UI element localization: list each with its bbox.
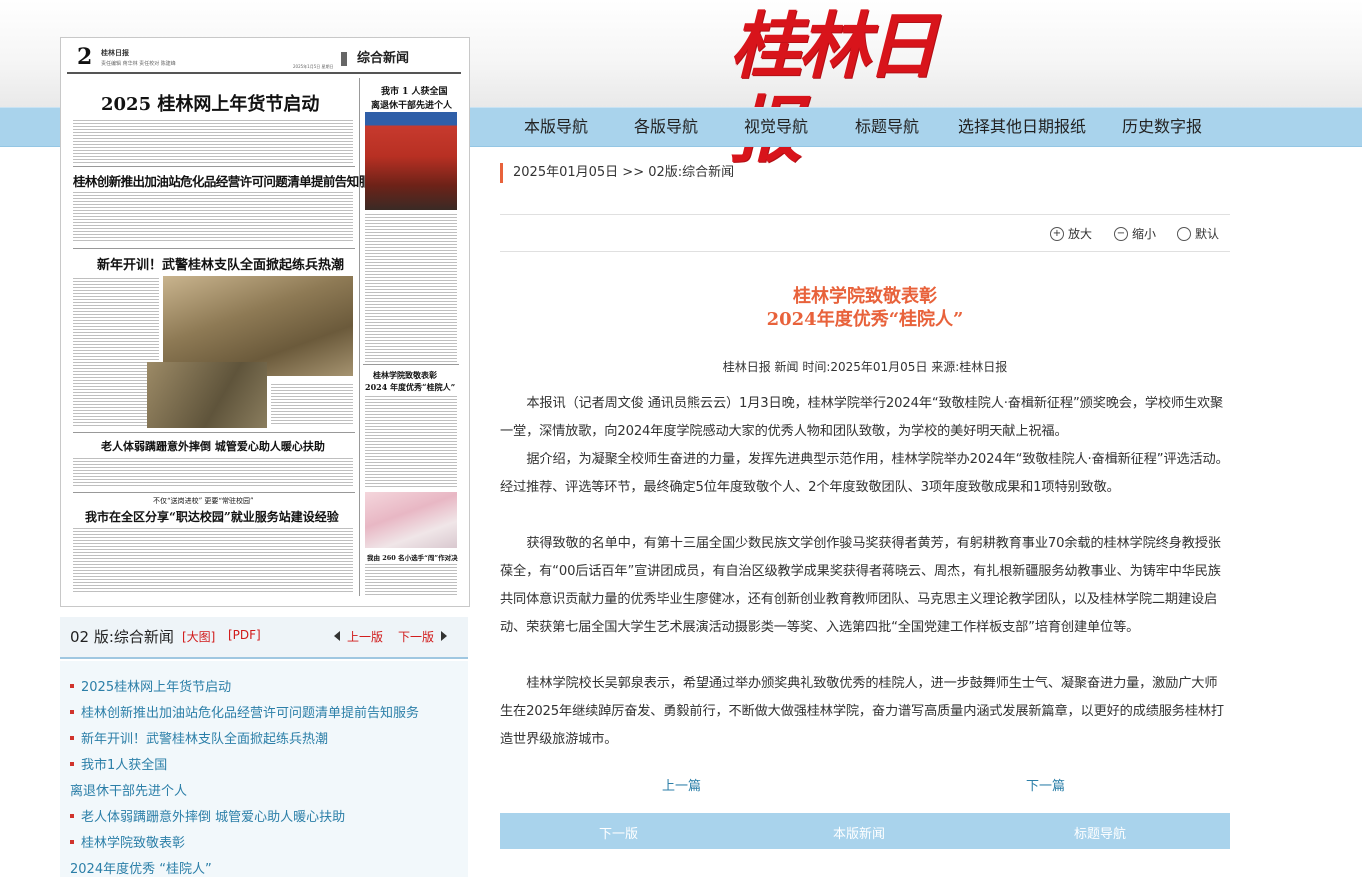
default-size-button[interactable]: 默认 xyxy=(1177,225,1219,242)
paper-photo-award xyxy=(365,112,457,210)
next-page-link[interactable]: 下一版 xyxy=(398,628,434,645)
paper-subheadline-5: 不仅“送岗进校” 更要“常驻校园” xyxy=(153,497,254,505)
bullet-icon xyxy=(70,839,74,844)
paper-section-name: 综合新闻 xyxy=(341,52,409,66)
list-item[interactable]: 桂林创新推出加油站危化品经营许可问题清单提前告知服务 xyxy=(70,702,419,721)
paper-header: 2 桂林日报 责任编辑 蒋华林 责任校对 陈建峰 2025年1月5日 星期日 综… xyxy=(67,44,461,74)
nav-history[interactable]: 历史数字报 xyxy=(1102,108,1222,146)
paper-text-block xyxy=(73,120,353,164)
article-paragraph-4: 桂林学院校长吴郭泉表示，希望通过举办颁奖典礼致敬优秀的桂院人，进一步鼓舞师生士气… xyxy=(500,676,1224,747)
paper-side-headline-4[interactable]: 2024 年度优秀“桂院人” xyxy=(365,382,455,393)
paper-page-number: 2 xyxy=(77,44,93,70)
list-item-continuation[interactable]: 离退休干部先进个人 xyxy=(70,780,187,799)
article-paragraph-1: 本报讯（记者周文俊 通讯员熊云云）1月3日晚，桂林学院举行2024年“致敬桂院人… xyxy=(500,396,1224,439)
prev-article-link[interactable]: 上一篇 xyxy=(662,775,701,794)
pdf-link[interactable]: [PDF] xyxy=(228,628,261,642)
bottom-title-nav-link[interactable]: 标题导航 xyxy=(1074,823,1126,842)
paper-headline-1[interactable]: 2025 桂林网上年货节启动 xyxy=(101,90,319,116)
paper-rule xyxy=(363,364,459,365)
next-page-arrow-icon[interactable] xyxy=(441,631,447,641)
list-item[interactable]: 我市1人获全国 xyxy=(70,754,167,773)
big-image-link[interactable]: [大图] xyxy=(182,628,215,645)
minus-icon: − xyxy=(1114,226,1128,241)
list-item[interactable]: 老人体弱蹒跚意外摔倒 城管爱心助人暖心扶助 xyxy=(70,806,345,825)
paper-side-headline-1[interactable]: 我市 1 人获全国 xyxy=(381,84,448,97)
article-meta: 桂林日报 新闻 时间:2025年01月05日 来源:桂林日报 xyxy=(722,360,1008,374)
bullet-icon xyxy=(70,683,74,688)
circle-icon xyxy=(1177,226,1191,241)
nav-this-page[interactable]: 本版导航 xyxy=(500,108,612,146)
plus-icon: + xyxy=(1050,226,1064,241)
list-item-continuation[interactable]: 2024年度优秀 “桂院人” xyxy=(70,858,212,877)
bottom-next-page-link[interactable]: 下一版 xyxy=(599,823,638,842)
nav-all-pages[interactable]: 各版导航 xyxy=(612,108,720,146)
paper-photo-training xyxy=(163,276,353,376)
paper-headline-4[interactable]: 老人体弱蹒跚意外摔倒 城管爱心助人暖心扶助 xyxy=(101,438,325,454)
paper-date: 2025年1月5日 星期日 xyxy=(293,64,334,69)
bullet-icon xyxy=(70,761,74,766)
paper-text-block xyxy=(73,528,353,594)
zoom-out-button[interactable]: − 缩小 xyxy=(1114,225,1156,242)
paper-rule xyxy=(73,432,355,433)
nav-visual[interactable]: 视觉导航 xyxy=(720,108,832,146)
list-item[interactable]: 2025桂林网上年货节启动 xyxy=(70,676,231,695)
paper-rule xyxy=(73,166,355,167)
list-item[interactable]: 新年开训！武警桂林支队全面掀起练兵热潮 xyxy=(70,728,328,747)
paper-text-block xyxy=(73,192,353,242)
paper-masthead: 桂林日报 xyxy=(101,49,129,57)
paper-text-block xyxy=(271,384,353,424)
newspaper-page-thumbnail[interactable]: 2 桂林日报 责任编辑 蒋华林 责任校对 陈建峰 2025年1月5日 星期日 综… xyxy=(60,37,470,607)
bullet-icon xyxy=(70,709,74,714)
article-title-line2: 2024年度优秀“桂院人” xyxy=(766,309,964,330)
paper-text-block xyxy=(73,458,353,488)
article-paragraph-2: 据介绍，为凝聚全校师生奋进的力量，发挥先进典型示范作用，桂林学院举办2024年“… xyxy=(500,452,1229,495)
paper-headline-3[interactable]: 新年开训！武警桂林支队全面掀起练兵热潮 xyxy=(97,254,344,273)
article-paragraph-3: 获得致敬的名单中，有第十三届全国少数民族文学创作骏马奖获得者黄芳，有躬耕教育事业… xyxy=(500,536,1221,635)
nav-choose-date[interactable]: 选择其他日期报纸 xyxy=(942,108,1102,146)
article-list: 2025桂林网上年货节启动 桂林创新推出加油站危化品经营许可问题清单提前告知服务… xyxy=(60,661,468,877)
bullet-icon xyxy=(70,813,74,818)
main-nav: 本版导航 各版导航 视觉导航 标题导航 选择其他日期报纸 历史数字报 xyxy=(500,108,1222,146)
bullet-icon xyxy=(70,735,74,740)
paper-headline-2[interactable]: 桂林创新推出加油站危化品经营许可问题清单提前告知服务 xyxy=(73,171,383,190)
paper-photo-contest xyxy=(365,492,457,548)
paper-column-rule xyxy=(359,78,360,596)
font-size-tools: + 放大 − 缩小 默认 xyxy=(500,214,1230,252)
page-info-title: 02 版:综合新闻 xyxy=(70,628,174,646)
paper-text-block xyxy=(365,214,457,364)
paper-text-block xyxy=(365,396,457,488)
paper-text-block xyxy=(365,564,457,596)
prev-page-link[interactable]: 上一版 xyxy=(347,628,383,645)
paper-side-headline-2[interactable]: 离退休干部先进个人 xyxy=(371,98,452,111)
zoom-in-button[interactable]: + 放大 xyxy=(1050,225,1092,242)
paper-side-headline-5[interactable]: 我由 260 名小选手“闯”作对决 xyxy=(367,552,458,562)
next-article-link[interactable]: 下一篇 xyxy=(1026,775,1065,794)
bottom-nav-bar: 下一版 本版新闻 标题导航 xyxy=(500,813,1230,849)
paper-rule xyxy=(73,492,355,493)
page-info-bar: 02 版:综合新闻 [大图] [PDF] 上一版 下一版 xyxy=(60,617,468,659)
list-item[interactable]: 桂林学院致敬表彰 xyxy=(70,832,185,851)
breadcrumb: 2025年01月05日 >> 02版:综合新闻 xyxy=(500,163,734,183)
paper-rule xyxy=(73,248,355,249)
paper-side-headline-3[interactable]: 桂林学院致敬表彰 xyxy=(373,370,437,381)
paper-photo-training-2 xyxy=(147,362,267,428)
prev-page-arrow-icon[interactable] xyxy=(334,631,340,641)
paper-masthead-sub: 责任编辑 蒋华林 责任校对 陈建峰 xyxy=(101,61,176,67)
nav-titles[interactable]: 标题导航 xyxy=(832,108,942,146)
bottom-this-page-news-link[interactable]: 本版新闻 xyxy=(833,823,885,842)
site-logo[interactable]: 桂林日报 xyxy=(730,4,960,172)
paper-headline-5[interactable]: 我市在全区分享“职达校园”就业服务站建设经验 xyxy=(85,508,339,525)
